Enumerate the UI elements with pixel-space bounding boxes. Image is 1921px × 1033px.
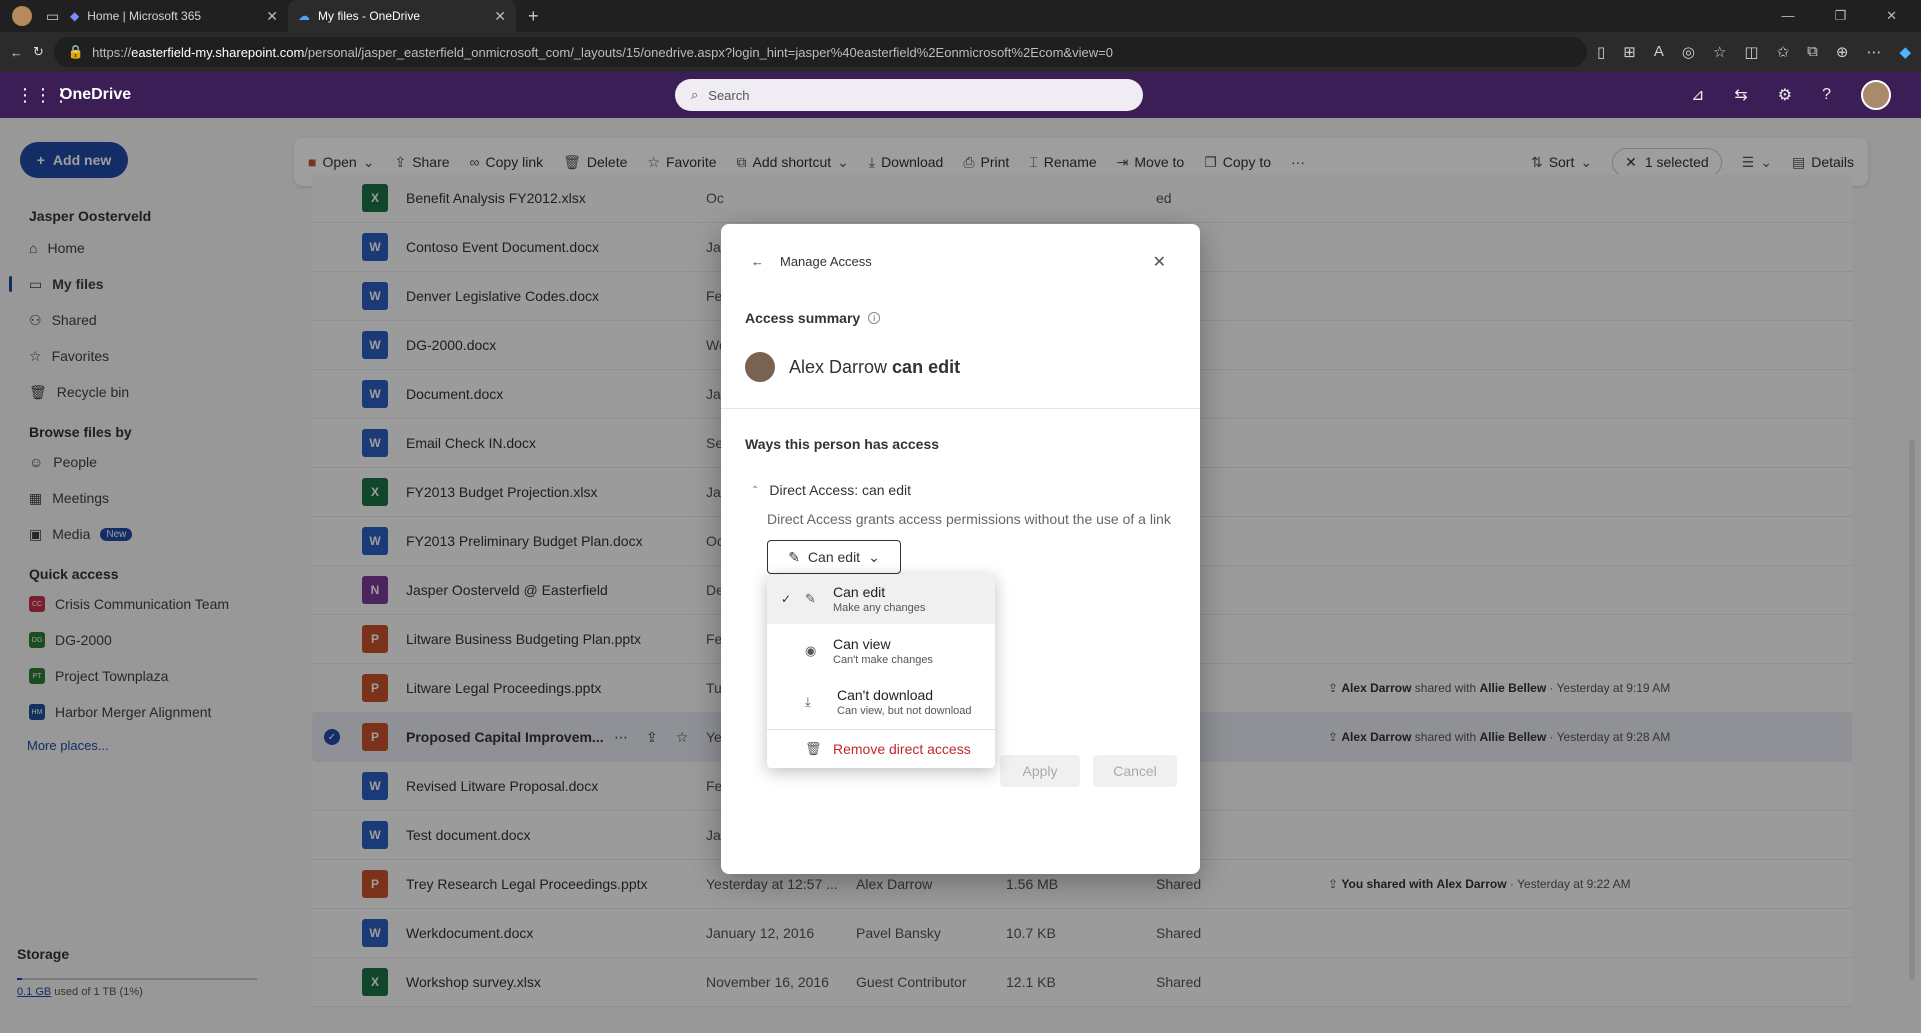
app-launcher-icon[interactable]: ⋮⋮⋮ xyxy=(16,85,70,106)
onedrive-cloud-icon: ☁ xyxy=(298,9,310,23)
back-arrow-icon[interactable]: ← xyxy=(751,254,764,269)
menu-item-label: Can't download xyxy=(837,687,934,703)
header-actions: ⊿ ⇆ ⚙ ? xyxy=(1691,72,1891,118)
dialog-title: Manage Access xyxy=(780,254,872,269)
cancel-button[interactable]: Cancel xyxy=(1093,755,1177,787)
summary-label: Access summary xyxy=(745,310,861,326)
account-icon[interactable]: ◎ xyxy=(1682,43,1695,61)
close-tab-icon[interactable]: ✕ xyxy=(494,8,506,25)
restore-icon[interactable]: ❐ xyxy=(1834,8,1846,24)
more-icon[interactable]: ⋯ xyxy=(1866,43,1881,61)
checkmark-icon: ✓ xyxy=(781,592,792,606)
permission-menu: ✓ ✎ Can edit Make any changes ◉ Can view C… xyxy=(767,574,995,768)
apply-button[interactable]: Apply xyxy=(1000,755,1080,787)
app-header: ⋮⋮⋮ OneDrive ⌕ Search ⊿ ⇆ ⚙ ? xyxy=(0,72,1921,118)
reader-icon[interactable]: ▯ xyxy=(1597,43,1605,61)
permission-label: Can edit xyxy=(807,549,861,565)
menu-item-label: Can edit xyxy=(833,584,886,600)
url-path: /personal/jasper_easterfield_onmicrosoft… xyxy=(304,44,1113,60)
close-window-icon[interactable]: ✕ xyxy=(1886,8,1897,24)
person-name: Alex Darrow xyxy=(789,356,888,377)
browser-addressbar: ← ↻ 🔒 https://easterfield-my.sharepoint.… xyxy=(0,32,1921,72)
tab-home-m365[interactable]: ◆ Home | Microsoft 365 ✕ xyxy=(60,0,288,32)
menu-item-can-view[interactable]: ◉ Can view Can't make changes xyxy=(767,626,995,676)
pencil-icon: ✎ xyxy=(805,591,816,606)
back-icon[interactable]: ← xyxy=(10,45,23,60)
copilot-icon[interactable]: ◆ xyxy=(1899,43,1911,61)
direct-access-description: Direct Access grants access permissions … xyxy=(767,511,1171,527)
gear-icon[interactable]: ⚙ xyxy=(1778,85,1792,105)
chevron-up-icon: ⌃ xyxy=(751,484,760,496)
menu-item-sub: Can view, but not download xyxy=(837,705,972,717)
direct-access-header[interactable]: ⌃ Direct Access: can edit xyxy=(751,482,911,498)
menu-item-label: Remove direct access xyxy=(833,741,971,757)
direct-access-title: Direct Access: can edit xyxy=(769,482,912,498)
split-screen-icon[interactable]: ◫ xyxy=(1744,43,1758,61)
scrollbar[interactable] xyxy=(1909,440,1915,980)
permission-dropdown[interactable]: ✎ Can edit ⌄ xyxy=(767,540,901,574)
close-tab-icon[interactable]: ✕ xyxy=(266,8,278,25)
browser-toolbar-icons: ▯ ⊞ A ◎ ☆ ◫ ✩ ⧉ ⊕ ⋯ ◆ xyxy=(1597,43,1911,61)
search-placeholder: Search xyxy=(708,87,750,103)
info-icon[interactable]: i xyxy=(868,312,881,324)
tab-title: Home | Microsoft 365 xyxy=(87,9,202,23)
no-download-icon: ⤓ xyxy=(805,694,811,709)
tab-title: My files - OneDrive xyxy=(318,9,421,23)
new-tab-icon[interactable]: + xyxy=(528,6,539,27)
apps-icon[interactable]: ⊞ xyxy=(1623,43,1636,61)
refresh-icon[interactable]: ↻ xyxy=(33,44,44,60)
menu-item-cant-download[interactable]: ⤓ Can't download Can view, but not downlo… xyxy=(767,677,995,727)
m365-icon: ◆ xyxy=(70,9,80,23)
share-icon[interactable]: ⇆ xyxy=(1734,85,1747,105)
menu-item-sub: Can't make changes xyxy=(833,654,933,666)
manage-access-dialog: ← Manage Access ✕ Access summary i Alex … xyxy=(721,224,1200,874)
favorite-star-icon[interactable]: ☆ xyxy=(1713,43,1726,61)
person-summary: Alex Darrow can edit xyxy=(745,352,960,382)
extensions-icon[interactable]: ⊕ xyxy=(1836,43,1849,61)
window-controls: — ❐ ✕ xyxy=(1781,8,1921,24)
pencil-icon: ✎ xyxy=(788,548,800,565)
browser-profile[interactable]: ▭ xyxy=(0,0,60,32)
tab-actions-icon[interactable]: ▭ xyxy=(46,8,59,25)
dialog-header: ← Manage Access xyxy=(751,254,872,269)
menu-item-sub: Make any changes xyxy=(833,602,926,614)
menu-item-can-edit[interactable]: ✓ ✎ Can edit Make any changes xyxy=(767,574,995,624)
access-summary-title: Access summary i xyxy=(745,310,881,326)
app-name[interactable]: OneDrive xyxy=(60,86,131,104)
url-host: easterfield-my.sharepoint.com xyxy=(131,44,305,60)
tab-onedrive[interactable]: ☁ My files - OneDrive ✕ xyxy=(288,0,516,32)
feedback-icon[interactable]: ⊿ xyxy=(1691,85,1704,105)
menu-item-remove-access[interactable]: 🗑 Remove direct access xyxy=(767,730,995,768)
search-icon: ⌕ xyxy=(691,87,699,102)
help-icon[interactable]: ? xyxy=(1822,86,1831,104)
divider xyxy=(721,408,1200,409)
read-aloud-icon[interactable]: A xyxy=(1654,43,1664,61)
collections-icon[interactable]: ⧉ xyxy=(1807,43,1818,61)
ways-title: Ways this person has access xyxy=(745,436,940,452)
favorites-icon[interactable]: ✩ xyxy=(1777,43,1790,61)
person-permission: can edit xyxy=(892,356,961,377)
minimize-icon[interactable]: — xyxy=(1781,8,1794,24)
trash-icon: 🗑 xyxy=(805,741,822,756)
profile-avatar[interactable] xyxy=(12,6,32,26)
eye-icon: ◉ xyxy=(805,643,817,658)
lock-icon: 🔒 xyxy=(67,44,85,59)
url-field[interactable]: 🔒 https://easterfield-my.sharepoint.com/… xyxy=(53,37,1587,67)
close-icon[interactable]: ✕ xyxy=(1153,252,1166,272)
avatar xyxy=(745,352,775,382)
chevron-down-icon: ⌄ xyxy=(868,548,880,565)
url-prefix: https:// xyxy=(92,44,132,60)
search-input[interactable]: ⌕ Search xyxy=(675,79,1143,111)
avatar[interactable] xyxy=(1861,80,1891,110)
browser-tabbar: ▭ ◆ Home | Microsoft 365 ✕ ☁ My files - … xyxy=(0,0,1921,32)
menu-item-label: Can view xyxy=(833,636,891,652)
